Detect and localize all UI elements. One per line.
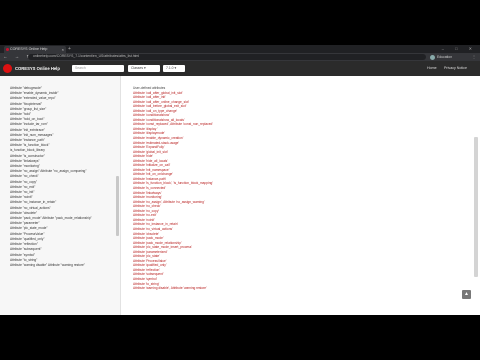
main-content: User-defined attributes Attribute 'call_a… [125,76,465,315]
address-bar-row: ← → ↻ onlinehelp.com/CORESYS_7.1/content… [0,53,480,61]
account-name[interactable]: Education [437,53,452,61]
site-name[interactable]: CORESYS Online Help [15,61,60,76]
sidebar-toc: Attribute "debugmode" Attribute "enable_d… [0,76,121,315]
new-tab-button[interactable]: + [68,45,71,53]
tab-title: CORESYS Online Help [10,47,48,51]
sidebar-scrollbar[interactable] [116,176,119,236]
attribute-list: User-defined attributes Attribute 'call_a… [125,76,465,291]
page-content: Attribute "debugmode" Attribute "enable_d… [0,76,480,315]
site-header: CORESYS Online Help Search Classes ▾ 7.1… [0,61,480,76]
scroll-top-button[interactable]: ▲ [462,290,471,299]
privacy-link[interactable]: Privacy Notice [444,61,467,76]
tab-strip: CORESYS Online Help × + – □ ✕ [0,45,480,53]
attribute-link[interactable]: Attribute 'warning disable', Attribute '… [133,286,465,291]
search-input[interactable]: Search [72,65,124,72]
main-scrollbar[interactable] [474,137,478,277]
avatar[interactable] [430,54,435,60]
logo-icon[interactable] [3,64,12,73]
home-link[interactable]: Home [427,61,437,76]
sidebar-item[interactable]: Attribute "warning disable" Attribute "w… [10,263,120,268]
sidebar-list: Attribute "debugmode" Attribute "enable_d… [0,76,120,268]
close-tab-icon[interactable]: × [62,46,64,53]
url-field[interactable]: onlinehelp.com/CORESYS_7.1/content/en_US… [28,54,426,60]
library-dropdown[interactable]: Classes ▾ [128,65,160,72]
window-controls[interactable]: – □ ✕ [442,45,477,53]
browser-menu-icon[interactable]: ⋮ [472,53,476,61]
version-dropdown[interactable]: 7.1.0 ▾ [163,65,185,72]
browser-window: CORESYS Online Help × + – □ ✕ ← → ↻ onli… [0,45,480,315]
browser-tab[interactable]: CORESYS Online Help × [4,46,66,53]
favicon-icon [5,48,9,51]
